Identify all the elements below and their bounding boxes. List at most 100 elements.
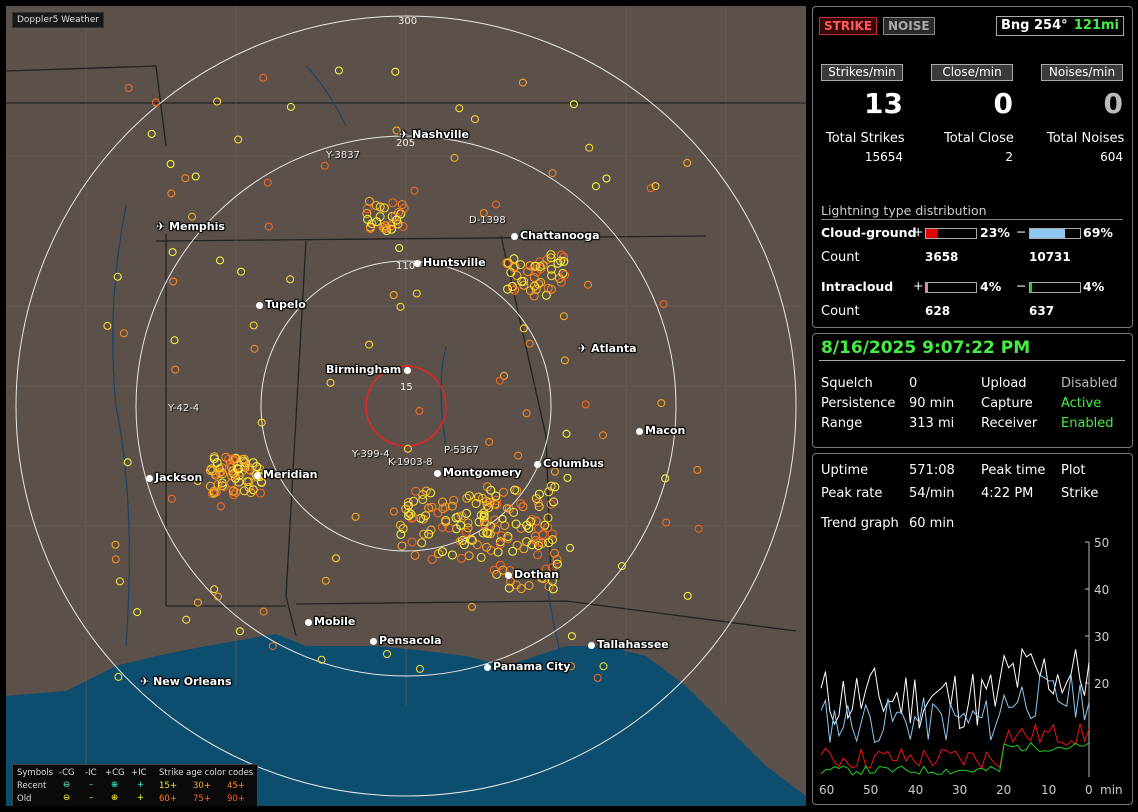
legend-col: -CG: [59, 768, 75, 778]
x-tick: 60: [819, 783, 834, 797]
x-tick: 20: [996, 783, 1011, 797]
strike-marker: [411, 486, 421, 496]
strike-marker: [467, 602, 476, 611]
ic-positive-bar: [925, 282, 977, 293]
strike-marker: [499, 487, 508, 497]
age-code: 30+: [193, 781, 211, 791]
strike-marker: [363, 214, 373, 224]
total-noises-value: 604: [1100, 150, 1123, 164]
strike-marker: [567, 632, 576, 641]
squelch-value[interactable]: 0: [909, 376, 917, 391]
city-label: Dothan: [505, 568, 559, 581]
city-label: ✈ Nashville: [399, 128, 470, 141]
strike-marker: [511, 519, 521, 529]
strike-rate-line: [820, 647, 1090, 730]
noises-per-min-value: 0: [1103, 87, 1123, 120]
strike-marker: [334, 66, 343, 75]
capture-value[interactable]: Active: [1061, 396, 1101, 411]
noise-button[interactable]: NOISE: [883, 17, 935, 35]
plot-label: Plot: [1061, 463, 1086, 478]
minus-cg-recent-icon: ⊖: [63, 780, 71, 790]
bearing-value: Bng 254°: [1001, 18, 1068, 33]
x-tick: 0: [1085, 783, 1093, 797]
strike-button[interactable]: STRIKE: [819, 17, 878, 35]
strike-marker: [214, 592, 222, 601]
storm-cell-label[interactable]: P-5367: [444, 445, 479, 456]
lightning-map[interactable]: Doppler5 Weather 300 205 110 15 ✈ Nashvi…: [6, 6, 806, 806]
range-value[interactable]: 313 mi: [909, 416, 954, 431]
city-label: Tallahassee: [588, 638, 669, 651]
strike-marker: [320, 161, 329, 170]
minus-sign: −: [1016, 224, 1027, 239]
count-label: Count: [821, 304, 860, 319]
range-ring-label: 15: [400, 382, 413, 393]
strike-marker: [409, 496, 419, 506]
strike-marker: [407, 537, 417, 547]
total-strikes-label: Total Strikes: [826, 131, 905, 146]
divider: [819, 360, 1125, 361]
city-label: Huntsville: [414, 256, 486, 269]
strike-marker: [286, 275, 295, 284]
city-label: Birmingham: [326, 363, 413, 376]
legend-old-label: Old: [17, 794, 32, 804]
receiver-value[interactable]: Enabled: [1061, 416, 1114, 431]
strike-marker: [449, 495, 459, 505]
strike-marker: [693, 465, 702, 474]
receiver-label: Receiver: [981, 416, 1038, 431]
strike-marker: [263, 178, 272, 187]
strike-marker: [492, 200, 500, 209]
city-dot-icon: [434, 469, 441, 477]
airport-icon: ✈: [399, 128, 409, 141]
strike-marker: [181, 174, 190, 183]
strike-marker: [326, 378, 335, 387]
strike-marker: [548, 169, 557, 178]
city-label: Macon: [636, 424, 685, 437]
city-label: ✈ Memphis: [156, 220, 225, 233]
squelch-label: Squelch: [821, 376, 873, 391]
strike-marker: [464, 551, 474, 561]
city-label: ✈ Atlanta: [578, 342, 637, 355]
strike-marker: [147, 129, 156, 138]
intracloud-line: [820, 741, 1090, 776]
upload-value[interactable]: Disabled: [1061, 376, 1117, 391]
count-label: Count: [821, 250, 860, 265]
strikes-per-min-value: 13: [864, 87, 903, 120]
strike-marker: [415, 407, 424, 415]
storm-cell-label[interactable]: D-1398: [469, 215, 506, 226]
cg-negative-bar: [1029, 228, 1081, 239]
strike-marker: [191, 172, 200, 181]
trend-graph-value[interactable]: 60 min: [909, 516, 954, 531]
strike-marker: [581, 400, 590, 409]
range-label: Range: [821, 416, 863, 431]
x-tick: 40: [908, 783, 923, 797]
city-label: ✈ New Orleans: [140, 675, 232, 688]
strike-marker: [563, 473, 572, 482]
age-code: 15+: [159, 781, 177, 791]
storm-cell-label[interactable]: Y-399-4: [352, 449, 390, 460]
strike-marker: [216, 256, 224, 265]
strike-marker: [599, 431, 607, 440]
city-dot-icon: [305, 618, 312, 626]
city-label: Tupelo: [256, 298, 306, 311]
plot-value[interactable]: Strike: [1061, 486, 1098, 501]
strike-marker: [418, 495, 428, 504]
persistence-value[interactable]: 90 min: [909, 396, 954, 411]
ic-positive-pct: 4%: [980, 279, 1002, 294]
storm-cell-label[interactable]: Y-3837: [326, 150, 360, 161]
capture-label: Capture: [981, 396, 1033, 411]
peak-time-value: 4:22 PM: [981, 486, 1034, 501]
strike-marker: [519, 544, 529, 554]
y-tick: 20: [1094, 677, 1109, 691]
peak-time-label: Peak time: [981, 463, 1046, 478]
cg-negative-count: 10731: [1029, 250, 1071, 264]
x-unit: min: [1100, 783, 1123, 797]
strike-marker: [365, 340, 374, 349]
strike-marker: [462, 508, 471, 518]
strike-marker: [182, 615, 191, 624]
strike-marker: [417, 538, 427, 548]
strike-marker: [683, 158, 692, 167]
storm-cell-label[interactable]: K-1903-8: [388, 457, 433, 468]
strike-marker: [259, 607, 268, 616]
strike-marker: [525, 339, 534, 348]
storm-cell-label[interactable]: Y-42-4: [168, 403, 199, 414]
